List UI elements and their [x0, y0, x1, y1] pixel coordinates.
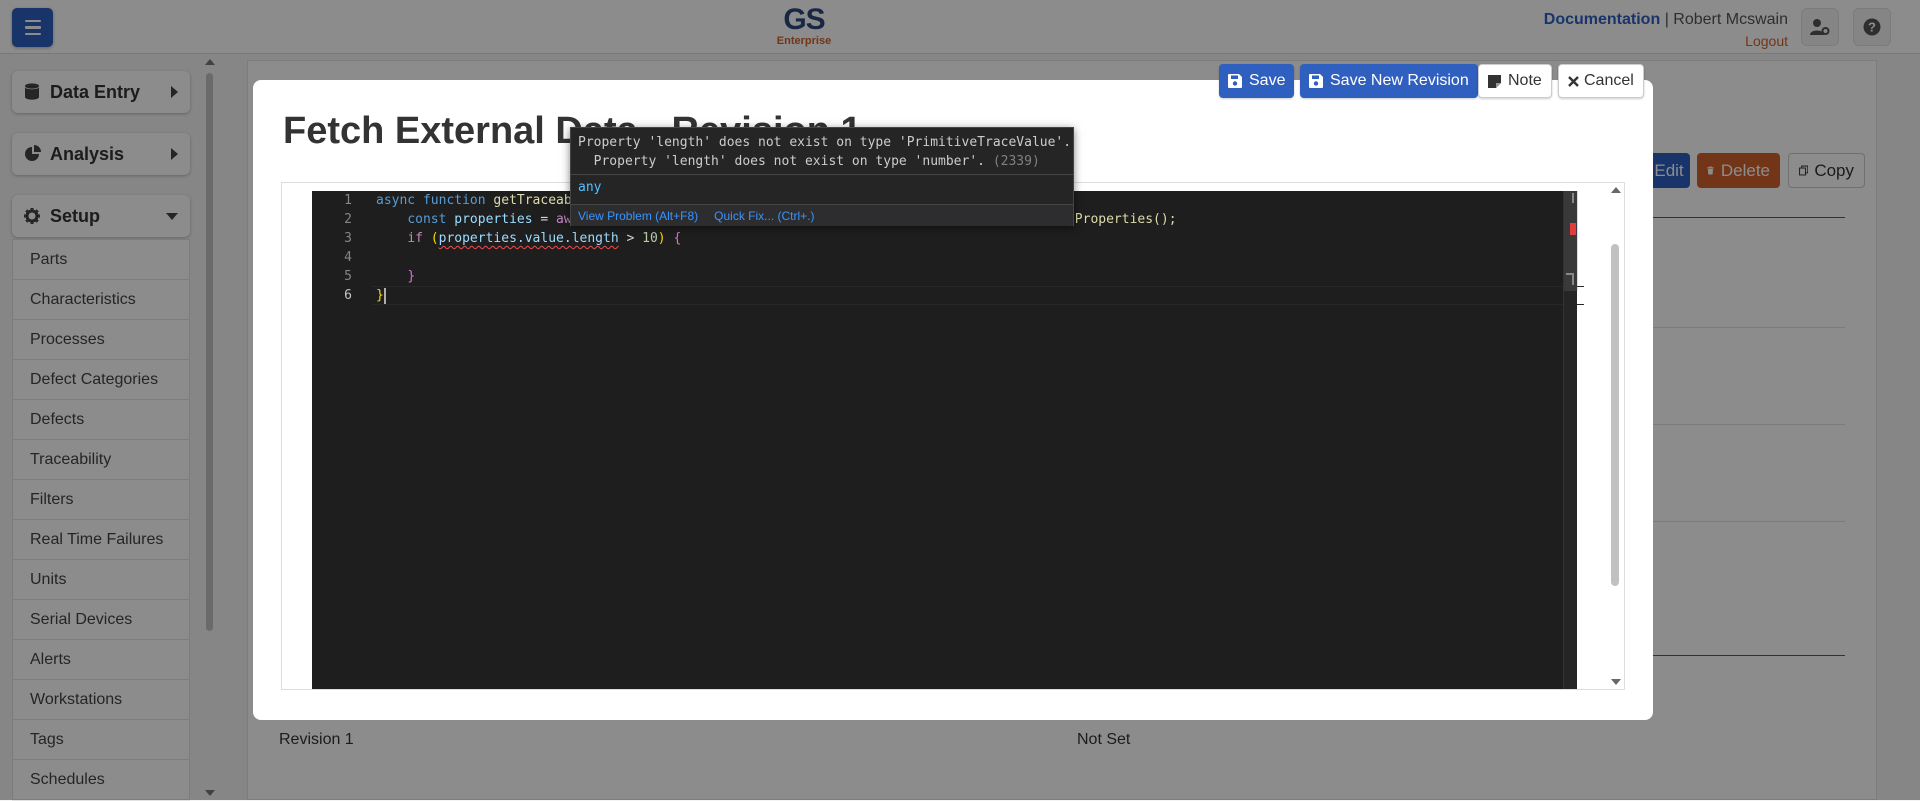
cancel-button[interactable]: Cancel	[1558, 64, 1644, 98]
error-message: Property 'length' does not exist on type…	[578, 133, 1071, 171]
code-token: {	[673, 231, 682, 246]
floppy-disk-icon	[1309, 74, 1323, 88]
line-number: 6	[344, 288, 352, 303]
line-number-gutter: 1 2 3 4 5 6	[312, 191, 372, 689]
code-token: =	[532, 212, 557, 227]
note-button[interactable]: Note	[1478, 64, 1552, 98]
code-token: >	[618, 231, 643, 246]
editor-container: 1 2 3 4 5 6 async function getTraceab co…	[281, 182, 1625, 690]
code-token: properties	[454, 212, 533, 227]
error-code: (2339)	[992, 154, 1040, 169]
modal-scroll-thumb[interactable]	[1611, 244, 1619, 586]
quick-fix-link[interactable]: Quick Fix... (Ctrl+.)	[714, 209, 814, 223]
line-number: 3	[344, 231, 352, 246]
code-token: function	[422, 193, 486, 208]
line-number: 5	[344, 269, 352, 284]
code-line-6: }	[376, 286, 384, 305]
error-marker	[1570, 223, 1576, 235]
scroll-up-arrow-icon[interactable]	[1611, 187, 1621, 193]
tooltip-divider	[571, 174, 1073, 175]
save-new-revision-button[interactable]: Save New Revision	[1300, 64, 1478, 98]
floppy-disk-icon	[1228, 74, 1242, 88]
text-cursor	[384, 288, 386, 304]
code-line-5: }	[376, 267, 415, 286]
code-token: (	[422, 231, 439, 246]
sticky-note-icon	[1488, 74, 1501, 88]
cancel-label: Cancel	[1584, 72, 1634, 89]
view-problem-link[interactable]: View Problem (Alt+F8)	[578, 209, 698, 223]
hover-type-info: any	[578, 180, 602, 195]
tooltip-actions: View Problem (Alt+F8) Quick Fix... (Ctrl…	[571, 204, 1073, 226]
code-token: }	[407, 269, 416, 284]
code-token: getTraceab	[493, 193, 572, 208]
code-token-error[interactable]: length	[572, 231, 619, 246]
code-editor[interactable]: 1 2 3 4 5 6 async function getTraceab co…	[312, 191, 1584, 689]
ruler-marker	[1566, 193, 1574, 203]
close-icon	[1568, 75, 1579, 87]
modal-scrollbar[interactable]	[1608, 183, 1622, 689]
code-token: properties.value.	[438, 231, 572, 246]
error-hover-tooltip: Property 'length' does not exist on type…	[570, 127, 1074, 226]
code-line-1: async function getTraceab	[376, 191, 572, 210]
save-button[interactable]: Save	[1219, 64, 1295, 98]
error-message-line-2: Property 'length' does not exist on type…	[578, 154, 985, 169]
editor-overview-ruler[interactable]	[1563, 191, 1578, 689]
line-number: 1	[344, 193, 352, 208]
scroll-down-arrow-icon[interactable]	[1611, 679, 1621, 685]
line-number: 2	[344, 212, 352, 227]
code-line-3: if (properties.value.length > 10) {	[376, 229, 681, 248]
code-token: }	[376, 288, 384, 303]
code-line-2: const properties = aw	[376, 210, 571, 229]
save-new-revision-label: Save New Revision	[1330, 72, 1469, 89]
code-token: )	[657, 231, 674, 246]
note-label: Note	[1508, 72, 1542, 89]
save-label: Save	[1249, 72, 1286, 89]
code-token: 10	[642, 231, 658, 246]
code-token: const	[407, 212, 447, 227]
error-message-line-1: Property 'length' does not exist on type…	[578, 135, 1072, 150]
ruler-marker	[1566, 273, 1574, 285]
current-line-highlight	[372, 286, 1584, 305]
line-number: 4	[344, 250, 352, 265]
code-token: if	[407, 231, 423, 246]
code-token: async	[376, 193, 416, 208]
